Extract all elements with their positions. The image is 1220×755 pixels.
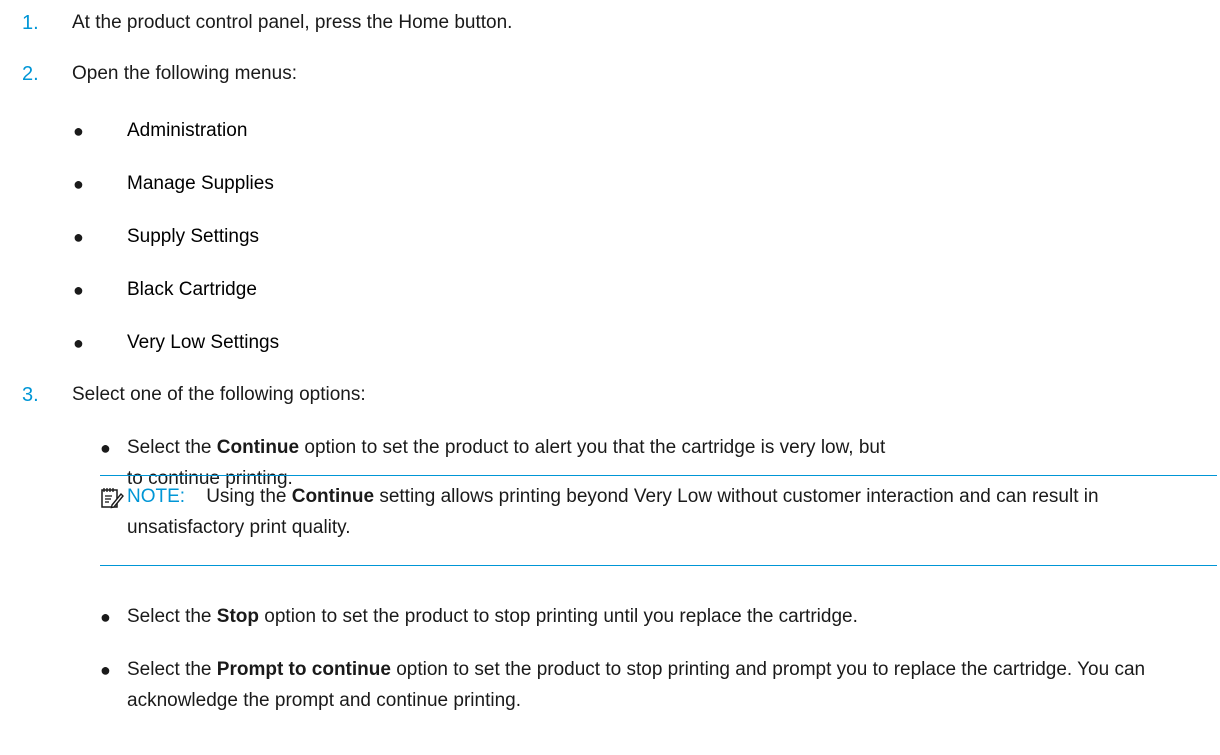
step-text: Open the following menus: [72, 63, 297, 84]
step-number: 1. [22, 12, 39, 34]
document-page: 1. At the product control panel, press t… [0, 0, 1220, 755]
bullet-icon: ● [73, 121, 84, 141]
option-text-pre: Select the [127, 437, 217, 458]
menu-item: Administration [127, 120, 248, 141]
note-icon [100, 486, 124, 510]
step-text: Select one of the following options: [72, 384, 366, 405]
note-setting-name: Continue [291, 486, 375, 507]
step-number: 3. [22, 384, 39, 406]
bullet-icon: ● [73, 333, 84, 353]
option-name: Stop [216, 606, 259, 627]
option-text-pre: Select the [127, 606, 217, 627]
bullet-icon: ● [73, 174, 84, 194]
note-text-pre: Using the [206, 486, 292, 507]
option-text: Select the Prompt to continue option to … [127, 654, 1197, 716]
note-label: NOTE: [127, 486, 186, 507]
bullet-icon: ● [100, 607, 111, 627]
option-name: Continue [216, 437, 300, 458]
bullet-icon: ● [73, 227, 84, 247]
bullet-icon: ● [73, 280, 84, 300]
step-number: 2. [22, 63, 39, 85]
menu-item: Very Low Settings [127, 332, 280, 353]
option-text-post: option to set the product to stop printi… [259, 606, 858, 627]
option-text: Select the Stop option to set the produc… [127, 601, 1197, 632]
note-divider-top [100, 475, 1217, 476]
note-divider-bottom [100, 565, 1217, 566]
menu-item: Black Cartridge [127, 279, 257, 300]
bullet-icon: ● [100, 438, 111, 458]
menu-item: Manage Supplies [127, 173, 274, 194]
option-name: Prompt to continue [216, 659, 391, 680]
bullet-icon: ● [100, 660, 111, 680]
step-text: At the product control panel, press the … [72, 12, 513, 33]
note-body: NOTE: Using the Continue setting allows … [127, 481, 1212, 543]
option-text-pre: Select the [127, 659, 217, 680]
menu-item: Supply Settings [127, 226, 260, 247]
